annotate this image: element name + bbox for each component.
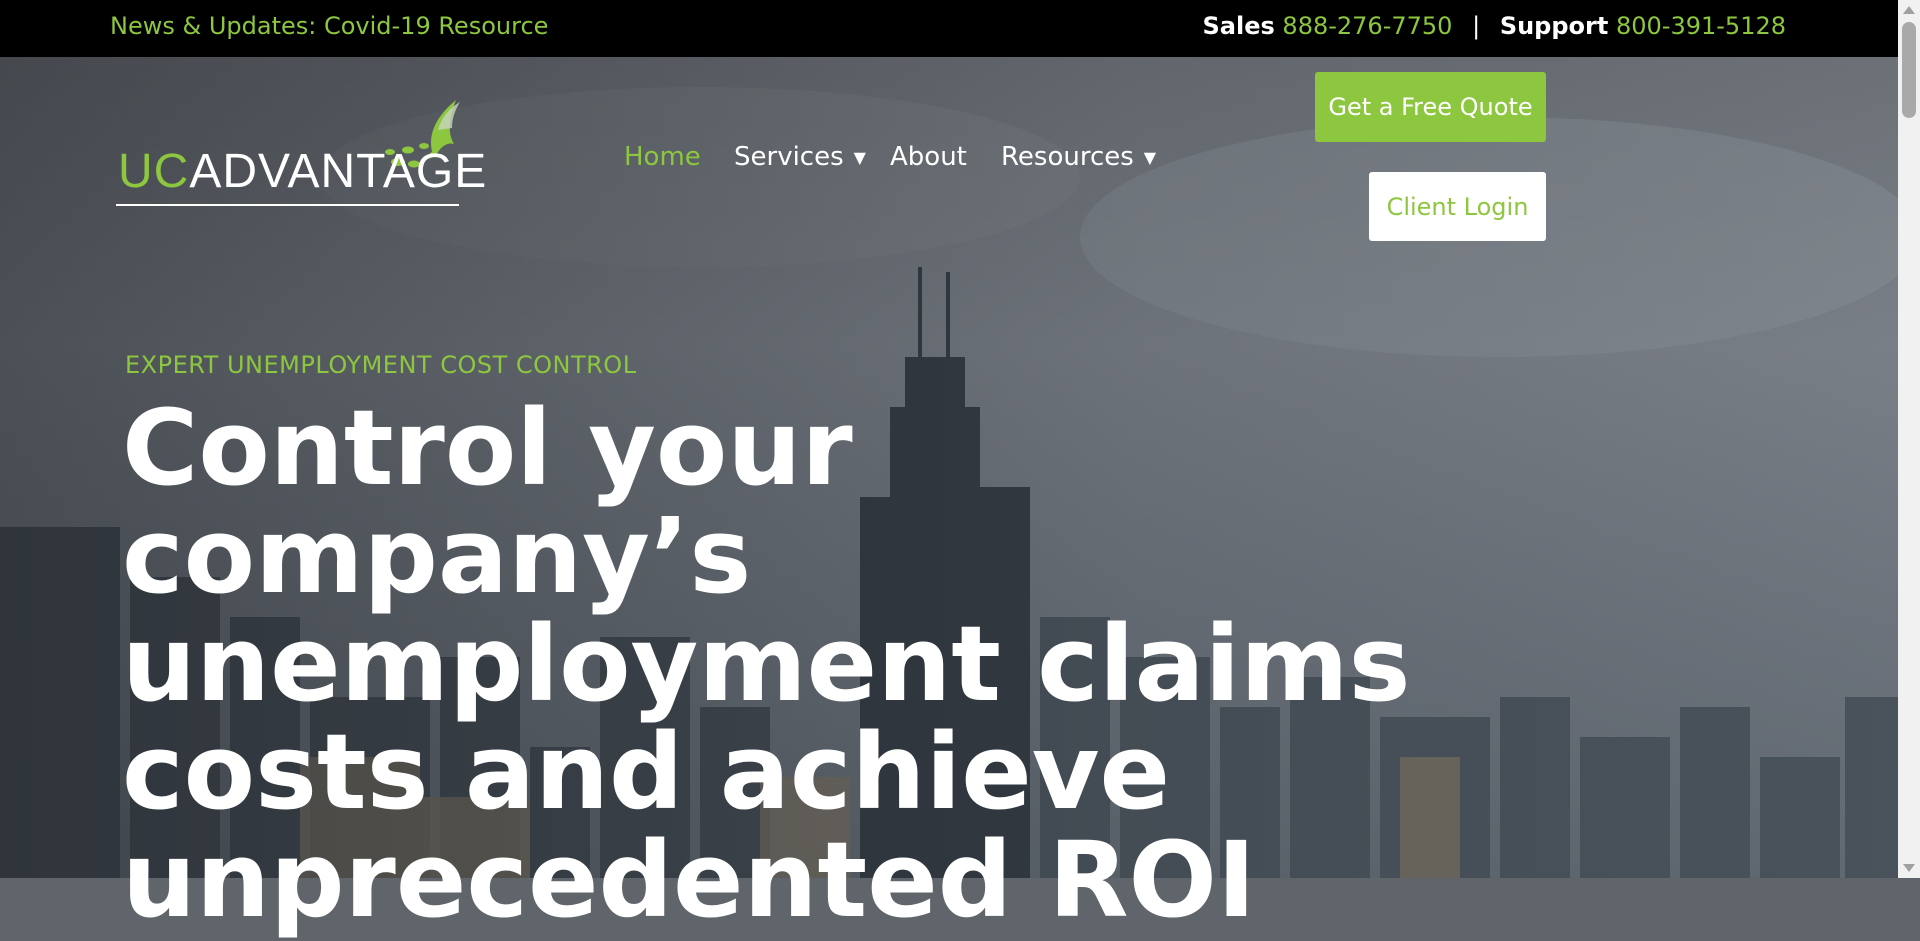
support-phone-link[interactable]: 800-391-5128: [1616, 12, 1786, 40]
nav-item-home[interactable]: Home: [624, 142, 701, 172]
hero-eyebrow: EXPERT UNEMPLOYMENT COST CONTROL: [125, 351, 637, 379]
scroll-up-arrow-icon[interactable]: [1903, 6, 1915, 14]
logo-underline: [116, 204, 459, 206]
scroll-down-arrow-icon[interactable]: [1903, 864, 1915, 872]
hero-headline: Control your company’s unemployment clai…: [122, 387, 1411, 941]
uc-advantage-logo[interactable]: UCADVANTAGE: [116, 98, 486, 210]
logo-advantage-text: ADVANTAGE: [189, 145, 488, 198]
contact-separator: |: [1472, 12, 1481, 40]
nav-item-about[interactable]: About: [890, 142, 967, 172]
get-free-quote-button[interactable]: Get a Free Quote: [1315, 72, 1546, 142]
nav-item-resources[interactable]: Resources ▼: [1001, 142, 1156, 172]
news-updates-link[interactable]: News & Updates: Covid-19 Resource: [110, 12, 548, 40]
nav-item-services[interactable]: Services ▼: [734, 142, 866, 172]
contact-info: Sales 888-276-7750 | Support 800-391-512…: [1203, 12, 1787, 40]
chevron-down-icon: ▼: [1143, 148, 1157, 167]
top-bar: News & Updates: Covid-19 Resource Sales …: [0, 0, 1898, 57]
scrollbar-thumb[interactable]: [1902, 22, 1916, 118]
client-login-button[interactable]: Client Login: [1369, 172, 1546, 241]
page-scrollbar[interactable]: [1898, 0, 1920, 878]
logo-uc-text: UC: [118, 145, 190, 198]
sales-phone-link[interactable]: 888-276-7750: [1282, 12, 1452, 40]
sales-label: Sales: [1202, 12, 1275, 40]
support-label: Support: [1499, 12, 1609, 40]
chevron-down-icon: ▼: [853, 148, 866, 167]
nav-item-services-label: Services: [734, 142, 844, 172]
nav-item-resources-label: Resources: [1001, 142, 1134, 172]
logo-wordmark: UCADVANTAGE: [118, 148, 487, 196]
